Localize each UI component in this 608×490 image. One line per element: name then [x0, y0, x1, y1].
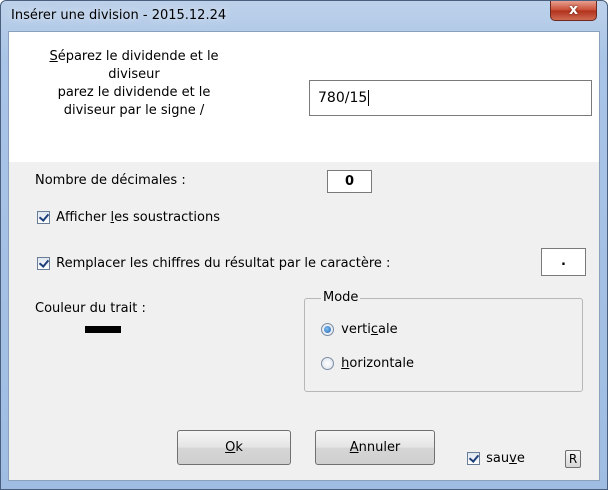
title-bar[interactable]: Insérer une division - 2015.12.24 x	[1, 1, 607, 31]
reset-button[interactable]: R	[565, 450, 581, 468]
show-subtractions-checkbox[interactable]	[37, 211, 50, 224]
window-title: Insérer une division - 2015.12.24	[11, 8, 227, 23]
mode-groupbox	[304, 298, 583, 392]
line-color-swatch[interactable]	[85, 326, 121, 333]
mode-option-horizontale[interactable]: horizontale	[321, 356, 414, 371]
show-subtractions-label: Afficher les soustractions	[56, 210, 220, 225]
cancel-label: Annuler	[349, 440, 401, 455]
separator-instruction-label: Séparez le dividende et le diviseur parez …	[49, 49, 219, 118]
ok-label: Ok	[225, 440, 243, 455]
dividend-value: 780/15	[318, 90, 368, 106]
replace-digits-checkbox[interactable]	[37, 257, 50, 270]
ok-button[interactable]: Ok	[177, 430, 291, 465]
line-color-label: Couleur du trait :	[35, 301, 146, 316]
horizontale-radio[interactable]	[321, 357, 334, 370]
mode-legend: Mode	[321, 290, 361, 305]
close-button[interactable]: x	[550, 1, 597, 21]
verticale-radio[interactable]	[321, 323, 334, 336]
decimals-label: Nombre de décimales :	[35, 173, 186, 188]
mode-option-verticale[interactable]: verticale	[321, 322, 398, 337]
replace-digits-row[interactable]: Remplacer les chiffres du résultat par l…	[37, 256, 390, 271]
dialog-client-area: Séparez le dividende et le diviseur parez …	[8, 31, 600, 481]
separator-label-text: éparez le dividende et le diviseur parez l…	[57, 49, 219, 118]
dividend-divisor-input[interactable]: 780/15	[309, 80, 592, 116]
text-cursor	[368, 90, 370, 106]
horizontale-label: horizontale	[341, 356, 414, 371]
cancel-button[interactable]: Annuler	[315, 430, 435, 465]
decimals-input[interactable]: 0	[327, 170, 372, 193]
close-icon: x	[568, 2, 579, 18]
dialog-window: Insérer une division - 2015.12.24 x Sépa…	[0, 0, 608, 490]
show-subtractions-row[interactable]: Afficher les soustractions	[37, 210, 220, 225]
verticale-label: verticale	[341, 322, 398, 337]
save-label: sauve	[486, 451, 525, 466]
save-checkbox[interactable]	[467, 452, 480, 465]
save-row[interactable]: sauve	[467, 451, 525, 466]
replace-char-input[interactable]: .	[541, 248, 586, 276]
replace-digits-label: Remplacer les chiffres du résultat par l…	[56, 256, 391, 271]
